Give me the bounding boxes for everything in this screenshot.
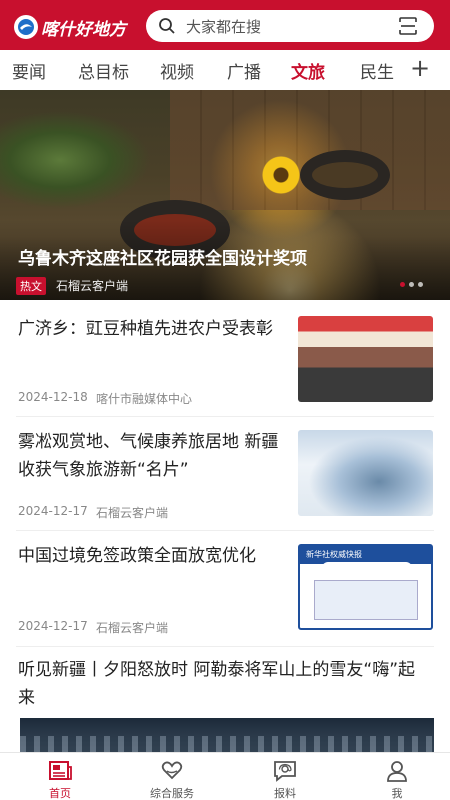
tab-zongmubiao[interactable]: 总目标 <box>78 58 129 83</box>
news-title: 雾凇观赏地、气候康养旅居地 新疆收获气象旅游新“名片” <box>18 432 279 480</box>
news-date: 2024-12-17 <box>18 504 88 518</box>
tab-guangbo[interactable]: 广播 <box>227 58 261 83</box>
thumbnail-graphic <box>322 562 412 574</box>
tab-minsheng[interactable]: 民生 <box>360 58 394 83</box>
user-icon <box>387 761 407 782</box>
logo-text: 喀什好地方 <box>41 19 126 40</box>
nav-report[interactable]: 报料 <box>250 759 320 800</box>
nav-label: 首页 <box>49 787 71 800</box>
newspaper-icon <box>49 761 72 780</box>
chat-at-icon <box>274 761 296 782</box>
news-title: 广济乡：豇豆种植先进农户受表彰 <box>18 319 273 339</box>
hero-source: 石榴云客户端 <box>56 279 129 293</box>
hero-banner[interactable]: 乌鲁木齐这座社区花园获全国设计奖项 热文 石榴云客户端 <box>0 90 450 300</box>
app-logo[interactable]: 喀什好地方 <box>14 14 126 40</box>
carousel-indicator <box>400 282 423 287</box>
divider <box>16 416 434 417</box>
news-thumbnail <box>298 430 433 516</box>
thumbnail-header: 新华社权威快报 <box>306 550 362 559</box>
nav-label: 综合服务 <box>150 787 194 800</box>
news-title: 听见新疆丨夕阳怒放时 阿勒泰将军山上的雪友“嗨”起来 <box>18 660 416 708</box>
top-header: 喀什好地方 大家都在搜 <box>0 0 450 50</box>
news-date: 2024-12-17 <box>18 619 88 633</box>
divider <box>16 530 434 531</box>
news-source: 石榴云客户端 <box>96 621 169 635</box>
bottom-navigation: 首页 综合服务 报料 我 <box>0 752 450 800</box>
carousel-dot <box>418 282 423 287</box>
carousel-dot <box>409 282 414 287</box>
tab-yaowen[interactable]: 要闻 <box>12 58 46 83</box>
news-thumbnail <box>298 316 433 402</box>
search-icon <box>159 18 175 34</box>
hero-title: 乌鲁木齐这座社区花园获全国设计奖项 <box>18 249 307 269</box>
news-source: 石榴云客户端 <box>96 506 169 520</box>
nav-services[interactable]: 综合服务 <box>137 759 207 800</box>
news-wide-image[interactable] <box>20 718 434 753</box>
heart-hands-icon <box>161 761 183 780</box>
tab-shipin[interactable]: 视频 <box>160 58 194 83</box>
search-bar[interactable]: 大家都在搜 <box>146 10 434 42</box>
hero-image-sunflower <box>262 156 300 194</box>
news-source: 喀什市融媒体中心 <box>96 392 193 406</box>
search-placeholder: 大家都在搜 <box>186 17 262 36</box>
nav-home[interactable]: 首页 <box>25 759 95 800</box>
logo-icon <box>14 15 38 39</box>
thumbnail-graphic <box>314 580 418 620</box>
news-title: 中国过境免签政策全面放宽优化 <box>18 546 256 566</box>
category-tabs: 要闻 总目标 视频 广播 文旅 民生 + <box>0 50 450 88</box>
tab-wenlv[interactable]: 文旅 <box>291 58 325 83</box>
scan-icon[interactable] <box>398 16 418 36</box>
news-thumbnail: 新华社权威快报 <box>298 544 433 630</box>
news-date: 2024-12-18 <box>18 390 88 404</box>
nav-label: 我 <box>391 787 403 800</box>
hero-image-planter <box>300 150 390 200</box>
carousel-dot <box>400 282 405 287</box>
hot-badge: 热文 <box>16 277 46 295</box>
nav-label: 报料 <box>274 787 296 800</box>
add-tab-icon[interactable]: + <box>410 54 430 82</box>
hero-image-wall <box>170 90 450 210</box>
hero-image-plant <box>0 100 170 210</box>
divider <box>16 646 434 647</box>
nav-me[interactable]: 我 <box>362 759 432 800</box>
